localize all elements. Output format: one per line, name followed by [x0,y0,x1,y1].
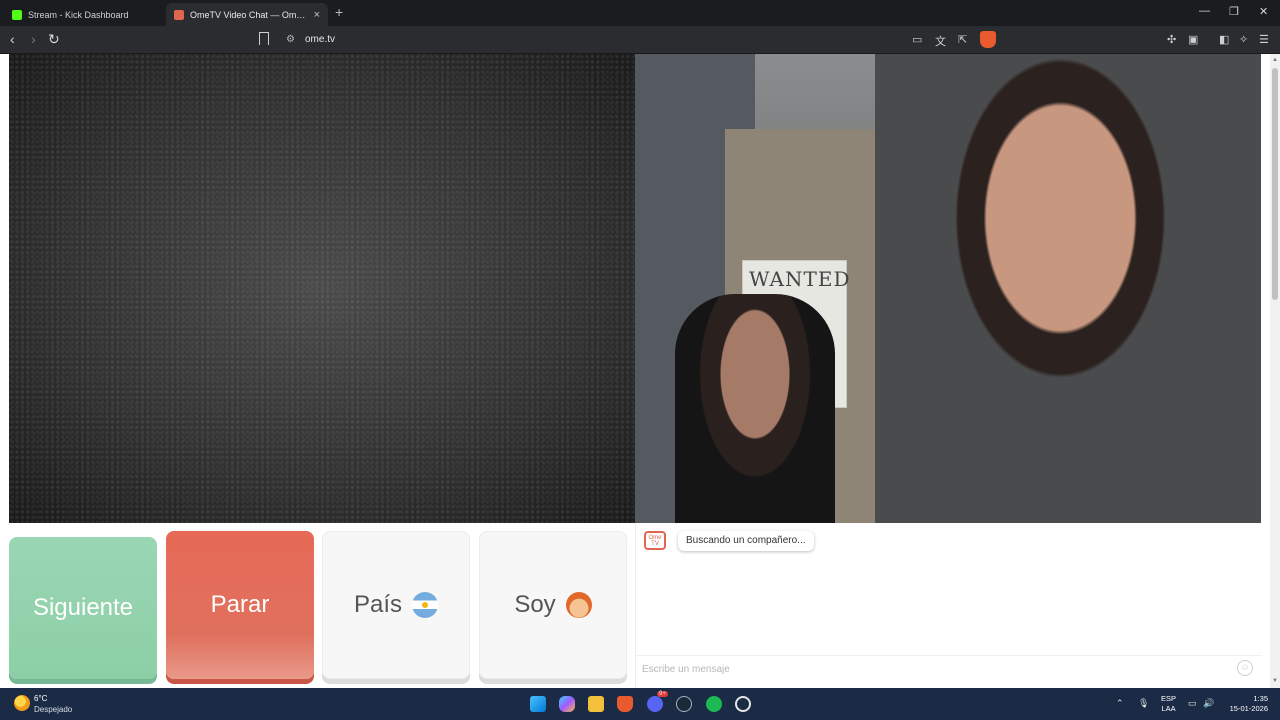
leo-ai-icon[interactable]: ✧ [1239,33,1248,46]
close-tab-icon[interactable]: × [314,9,320,21]
chevron-up-icon[interactable]: ⌃ [1116,698,1124,709]
page-scrollbar[interactable]: ▲ ▼ [1270,54,1280,688]
brave-icon[interactable] [617,696,633,712]
discord-badge: 9+ [657,691,668,697]
copilot-icon[interactable] [559,696,575,712]
maximize-button[interactable]: ❐ [1229,5,1239,18]
person-foreground [875,54,1261,523]
tab-title: OmeTV Video Chat — Omegle [190,9,310,20]
gender-label: Soy [514,591,556,618]
volume-icon[interactable]: 🔊 [1203,698,1214,709]
partner-video-static [9,54,635,523]
brave-shields-icon[interactable] [980,31,996,48]
stop-label: Parar [210,591,270,618]
scrollbar-thumb[interactable] [1272,68,1278,300]
start-icon[interactable] [530,696,546,712]
language-indicator[interactable]: ESP LAA [1161,694,1176,714]
ometv-icon [174,9,184,20]
ometv-page: WANTED Siguiente Parar País Soy Ome TV B… [0,54,1270,688]
new-tab-button[interactable]: + [335,4,343,20]
cast-icon[interactable]: ▭ [912,33,922,46]
weather-temp: 6°C [34,694,48,703]
sidebar-icon[interactable]: ◧ [1219,33,1229,46]
country-label: País [353,591,403,618]
share-icon[interactable]: ⇱ [958,33,967,46]
kick-icon [12,9,22,20]
minimize-button[interactable]: — [1199,5,1210,17]
person-background [675,294,835,523]
file-explorer-icon[interactable] [588,696,604,712]
bookmark-icon[interactable] [259,32,269,45]
menu-icon[interactable]: ☰ [1259,33,1269,46]
discord-icon[interactable] [647,696,663,712]
tab-title: Stream - Kick Dashboard [28,9,129,20]
status-message: Buscando un compañero... [678,531,814,551]
message-input[interactable] [642,660,1222,678]
spotify-icon[interactable] [706,696,722,712]
steam-icon[interactable] [676,696,692,712]
tab-bar: Stream - Kick Dashboard OmeTV Video Chat… [0,0,1280,26]
clock[interactable]: 1:35 15-01-2026 [1226,694,1268,714]
next-button[interactable]: Siguiente [9,537,157,679]
next-label: Siguiente [32,594,134,621]
reload-button[interactable]: ↻ [48,31,60,48]
weather-icon[interactable] [14,695,30,711]
address-bar: ‹ › ↻ ⚙ ome.tv ▭ 文 ⇱ ✣ ▣ ◧ ✧ ☰ [0,26,1280,54]
tab-kick-dashboard[interactable]: Stream - Kick Dashboard [4,3,164,26]
tab-ometv[interactable]: OmeTV Video Chat — Omegle × [166,3,328,26]
chatgpt-icon[interactable] [735,696,751,712]
translate-icon[interactable]: 文 [935,33,946,49]
boy-face-icon [565,592,592,618]
argentina-flag-icon [412,592,439,618]
weather-desc: Despejado [34,705,73,714]
poster-text: WANTED [749,267,851,291]
ometv-logo-icon: Ome TV [644,531,666,550]
message-box: ☺ [636,655,1262,681]
microphone-icon[interactable]: 🎙 [1138,698,1149,709]
url-field[interactable]: ome.tv [305,34,335,45]
back-button[interactable]: ‹ [10,31,15,47]
forward-button[interactable]: › [31,31,36,47]
scroll-up-icon[interactable]: ▲ [1272,57,1278,63]
network-icon[interactable]: ▭ [1188,698,1197,709]
stop-button[interactable]: Parar [166,531,314,679]
country-button[interactable]: País [322,531,470,679]
extensions-icon[interactable]: ✣ [1167,33,1176,46]
emoji-icon[interactable]: ☺ [1237,660,1253,676]
self-camera-video: WANTED [635,54,1261,523]
gender-button[interactable]: Soy [479,531,627,679]
windows-taskbar: 6°C Despejado 9+ ⌃ 🎙 ESP LAA ▭ 🔊 1:35 15… [0,688,1280,720]
wallet-icon[interactable]: ▣ [1188,33,1198,46]
scroll-down-icon[interactable]: ▼ [1272,678,1278,684]
close-window-button[interactable]: ✕ [1259,5,1268,18]
chat-panel: Ome TV Buscando un compañero... ☺ [635,523,1262,688]
site-info-icon[interactable]: ⚙ [286,34,295,45]
